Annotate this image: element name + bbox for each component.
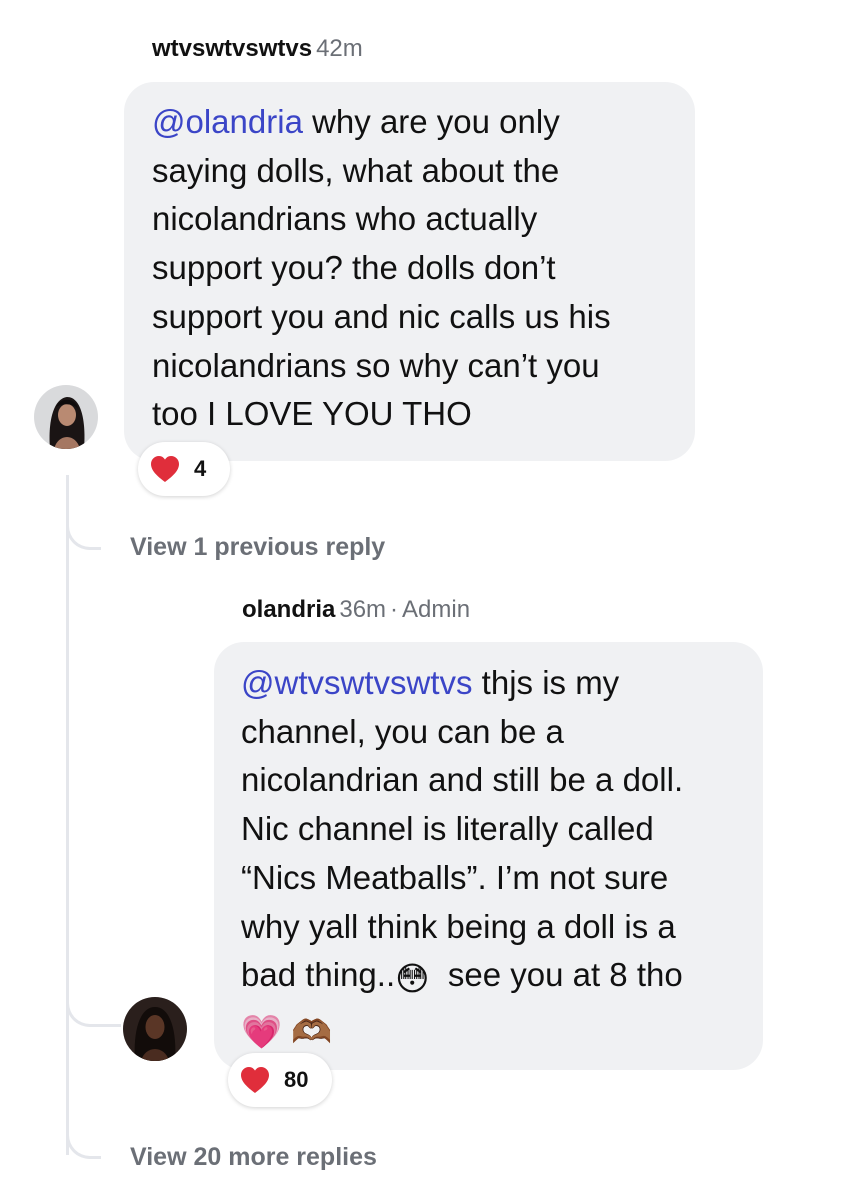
thread-connector-reply: [66, 960, 121, 1027]
reply-text: thjs is my: [472, 664, 620, 701]
comment-header: wtvswtvswtvs 42m: [152, 34, 363, 64]
view-previous-reply-link[interactable]: View 1 previous reply: [130, 532, 385, 562]
view-more-replies-link[interactable]: View 20 more replies: [130, 1142, 377, 1172]
reply-line: why yall think being a doll is a: [241, 907, 676, 945]
admin-badge: Admin: [402, 596, 471, 623]
avatar-image: [123, 997, 187, 1061]
comment-username[interactable]: wtvswtvswtvs: [152, 35, 312, 62]
comment-line: @olandria why are you only: [152, 98, 695, 147]
reply-line: bad thing..😳 see you at 8 tho: [241, 951, 763, 1004]
reply-line: 💗 🫶🏾: [241, 1004, 763, 1057]
comment-bubble[interactable]: @olandria why are you only saying dolls,…: [124, 82, 695, 461]
comment-text: why are you only: [302, 103, 560, 140]
reply-line: “Nics Meatballs”. I’m not sure: [241, 858, 669, 896]
pink-heart-emoji: 💗: [241, 1012, 283, 1050]
comment-line: nicolandrians who actually: [152, 200, 538, 238]
avatar-image: [34, 385, 98, 449]
comment-line: saying dolls, what about the: [152, 151, 560, 189]
comment-timestamp: 42m: [316, 35, 363, 62]
comment-line: too I LOVE YOU THO: [152, 395, 472, 433]
mention-link[interactable]: @olandria: [152, 103, 303, 140]
meta-separator: ·: [390, 596, 399, 623]
reply-line: nicolandrian and still be a doll.: [241, 761, 684, 799]
thread-connector-previous: [66, 475, 101, 550]
avatar[interactable]: [123, 997, 187, 1061]
avatar[interactable]: [34, 385, 98, 449]
comment-line: support you and nic calls us his: [152, 297, 611, 335]
thread-line-main: [66, 475, 69, 1155]
comment-line: nicolandrians so why can’t you: [152, 346, 600, 384]
comment-line: support you? the dolls don’t: [152, 249, 556, 287]
reply-bubble[interactable]: @wtvswtvswtvs thjs is my channel, you ca…: [214, 642, 763, 1070]
flushed-face-emoji: 😳: [395, 960, 430, 998]
heart-icon: [150, 455, 180, 483]
reaction-count: 4: [194, 456, 207, 481]
reaction-button[interactable]: 80: [228, 1053, 332, 1107]
reply-username[interactable]: olandria: [242, 596, 335, 623]
mention-link[interactable]: @wtvswtvswtvs: [241, 664, 473, 701]
reaction-button[interactable]: 4: [138, 442, 230, 496]
heart-icon: [240, 1066, 270, 1094]
reply-text: see you at 8 tho: [429, 956, 683, 994]
reaction-count: 80: [284, 1067, 309, 1092]
reply-line: Nic channel is literally called: [241, 810, 654, 848]
reply-line: channel, you can be a: [241, 712, 564, 750]
reply-text: bad thing..: [241, 956, 396, 994]
reply-timestamp: 36m: [339, 596, 387, 623]
heart-hands-emoji: 🫶🏾: [291, 1012, 333, 1050]
thread-connector-more: [66, 1100, 101, 1159]
reply-line: @wtvswtvswtvs thjs is my: [241, 659, 763, 708]
reply-header: olandria 36m · Admin: [242, 595, 470, 625]
